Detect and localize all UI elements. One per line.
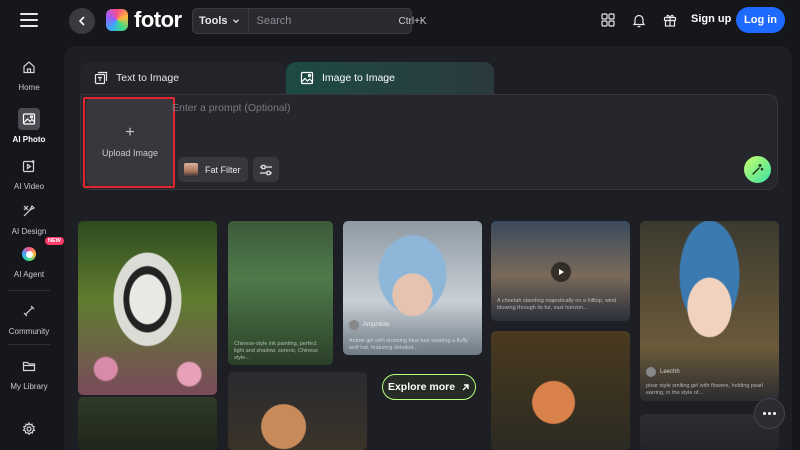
gallery-grid: Chinese-style ink painting, perfect ligh… <box>78 221 780 450</box>
sidebar-item-ai-photo[interactable]: AI Photo <box>0 108 58 144</box>
sidebar-item-label: Home <box>18 83 40 92</box>
chevron-down-icon <box>232 19 239 24</box>
gallery-card[interactable] <box>228 372 367 450</box>
top-bar: fotor Tools Ctrl+K Sign up Log in <box>0 0 800 42</box>
sidebar-item-community[interactable]: Community <box>0 300 58 336</box>
sidebar-item-ai-design[interactable]: AI Design <box>0 200 58 236</box>
card-caption: Anime girl with stunning blue hair weari… <box>349 338 469 351</box>
main-panel: Text to Image Image to Image + Upload Im… <box>64 46 792 450</box>
filter-label: Fat Filter <box>205 164 241 175</box>
sidebar-item-settings[interactable] <box>0 418 58 440</box>
adjust-settings-button[interactable] <box>253 157 279 182</box>
image-icon <box>18 108 40 130</box>
generate-button[interactable] <box>744 156 771 183</box>
menu-icon[interactable] <box>20 13 38 27</box>
sidebar-divider <box>8 344 50 345</box>
sidebar: Home AI Photo AI Video AI Design NEW AI … <box>0 42 64 450</box>
sidebar-item-ai-video[interactable]: AI Video <box>0 155 58 191</box>
card-caption: pixar style smiling girl with flowers, h… <box>646 383 764 396</box>
sliders-icon <box>260 164 272 175</box>
play-icon[interactable] <box>551 262 571 282</box>
bell-icon[interactable] <box>630 11 648 29</box>
tab-text-to-image[interactable]: Text to Image <box>80 62 286 94</box>
explore-more-button[interactable]: Explore more <box>382 374 476 400</box>
avatar <box>349 320 359 330</box>
filter-thumbnail <box>184 162 198 177</box>
gallery-card[interactable] <box>78 397 217 450</box>
home-icon <box>18 56 40 78</box>
dot <box>763 412 766 415</box>
apps-grid-icon[interactable] <box>599 11 617 29</box>
tab-image-to-image[interactable]: Image to Image <box>286 62 494 94</box>
explore-label: Explore more <box>387 381 456 393</box>
gear-icon <box>18 418 40 440</box>
sidebar-item-home[interactable]: Home <box>0 56 58 92</box>
prompt-input[interactable] <box>172 102 672 114</box>
avatar <box>646 367 656 377</box>
image-to-image-icon <box>300 71 314 85</box>
community-icon <box>18 300 40 322</box>
agent-icon: NEW <box>18 237 64 265</box>
folder-icon <box>18 355 40 377</box>
sidebar-item-label: AI Photo <box>12 135 46 144</box>
sidebar-item-label: AI Design <box>11 227 47 236</box>
brand-logo[interactable]: fotor <box>106 9 182 31</box>
card-caption: A cheetah standing majestically on a hil… <box>497 298 617 311</box>
sidebar-item-my-library[interactable]: My Library <box>0 355 58 391</box>
gift-icon[interactable] <box>661 11 679 29</box>
upload-label: Upload Image <box>101 148 159 158</box>
arrow-up-right-icon <box>462 383 469 390</box>
more-options-button[interactable] <box>754 398 785 429</box>
upload-image-button[interactable]: + Upload Image <box>86 98 174 186</box>
gallery-card[interactable]: Leechh pixar style smiling girl with flo… <box>640 221 779 401</box>
new-badge: NEW <box>45 237 64 245</box>
sidebar-item-label: Community <box>8 327 50 336</box>
author-name: Amphibite <box>363 322 390 328</box>
gallery-card[interactable]: A cheetah standing majestically on a hil… <box>491 221 630 321</box>
brand-name: fotor <box>134 7 182 32</box>
plus-icon: + <box>125 124 135 141</box>
gallery-card[interactable]: Amphibite Anime girl with stunning blue … <box>343 221 482 355</box>
dot <box>773 412 776 415</box>
gallery-card[interactable] <box>491 331 630 450</box>
fat-filter-button[interactable]: Fat Filter <box>178 157 248 182</box>
sidebar-item-label: My Library <box>10 382 48 391</box>
video-icon <box>18 155 40 177</box>
signup-link[interactable]: Sign up <box>691 13 731 25</box>
design-icon <box>18 200 40 222</box>
gallery-card[interactable]: Chinese-style ink painting, perfect ligh… <box>228 221 333 365</box>
author-name: Leechh <box>660 369 680 375</box>
tools-dropdown[interactable]: Tools <box>193 9 249 33</box>
tab-label: Image to Image <box>322 72 395 84</box>
search-bar: Tools Ctrl+K <box>192 8 427 34</box>
magic-wand-icon <box>752 163 764 175</box>
gallery-card[interactable] <box>78 221 217 395</box>
card-author: Leechh <box>646 367 680 377</box>
card-author: Amphibite <box>349 320 390 330</box>
card-caption: Chinese-style ink painting, perfect ligh… <box>234 341 319 361</box>
sidebar-item-ai-agent[interactable]: NEW AI Agent <box>0 237 64 279</box>
sidebar-item-label: AI Video <box>13 182 45 191</box>
chevron-left-icon <box>79 16 85 26</box>
search-shortcut: Ctrl+K <box>398 15 427 27</box>
fotor-logo-icon <box>106 9 128 31</box>
tools-label: Tools <box>199 15 228 27</box>
dot <box>768 412 771 415</box>
sidebar-divider <box>8 290 50 291</box>
tab-label: Text to Image <box>116 72 180 84</box>
back-button[interactable] <box>69 8 95 34</box>
sidebar-item-label: AI Agent <box>13 270 45 279</box>
search-input[interactable] <box>248 15 399 27</box>
text-image-icon <box>94 71 108 85</box>
login-button[interactable]: Log in <box>736 7 785 33</box>
